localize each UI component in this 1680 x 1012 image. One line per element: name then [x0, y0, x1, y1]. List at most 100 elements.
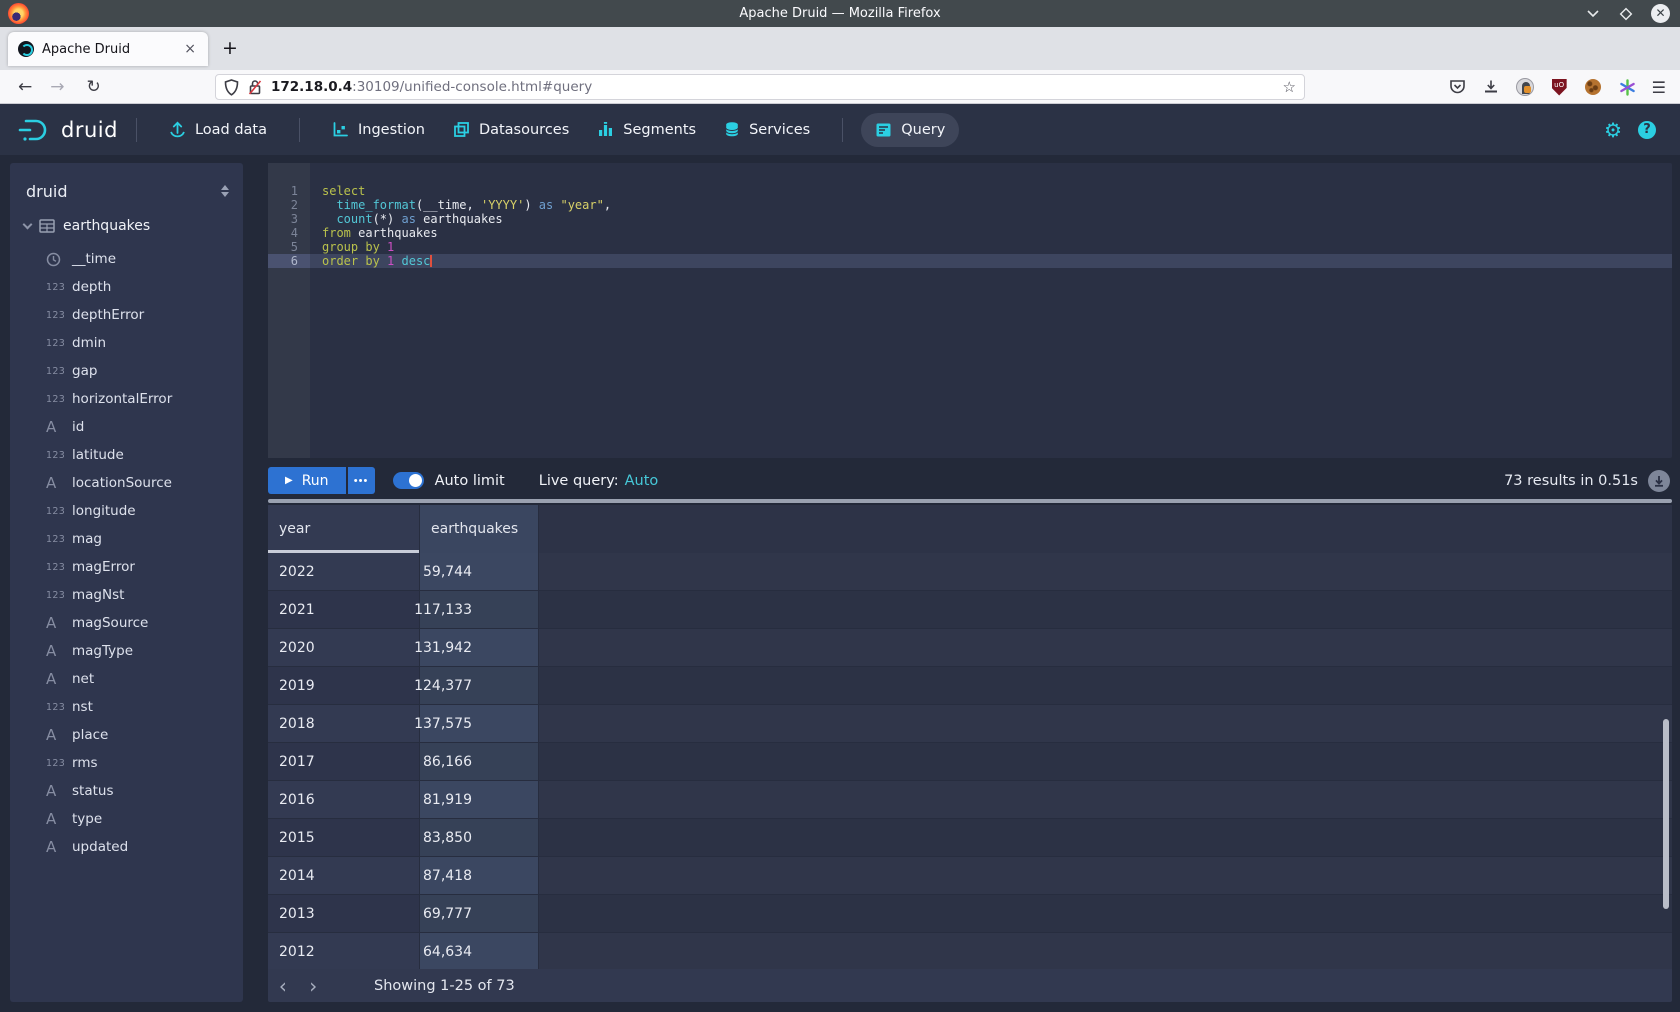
- datasource-earthquakes[interactable]: earthquakes: [10, 211, 243, 241]
- window-minimize-icon[interactable]: [1585, 6, 1601, 22]
- bookmark-star-icon[interactable]: ☆: [1283, 78, 1296, 96]
- tracking-shield-icon[interactable]: [224, 79, 239, 96]
- nav-item-query[interactable]: Query: [861, 113, 959, 147]
- sidebar-column-updated[interactable]: Aupdated: [10, 833, 243, 861]
- nav-item-load-data[interactable]: Load data: [155, 113, 281, 147]
- code-line-6[interactable]: order by 1 desc: [310, 254, 1672, 268]
- column-header-year[interactable]: year: [268, 505, 420, 553]
- nav-item-segments[interactable]: Segments: [583, 113, 710, 147]
- cell-earthquakes[interactable]: 83,850: [420, 819, 539, 857]
- cell-year[interactable]: 2022: [268, 553, 420, 591]
- cell-earthquakes[interactable]: 64,634: [420, 933, 539, 969]
- cell-earthquakes[interactable]: 137,575: [420, 705, 539, 743]
- column-header-earthquakes[interactable]: earthquakes: [420, 505, 539, 553]
- nav-item-ingestion[interactable]: Ingestion: [318, 113, 439, 147]
- druid-brand[interactable]: druid: [18, 117, 118, 143]
- prev-page-icon[interactable]: ‹: [268, 971, 298, 1001]
- editor-results-splitter[interactable]: [268, 499, 1672, 503]
- cell-year[interactable]: 2013: [268, 895, 420, 933]
- window-close-icon[interactable]: ✕: [1651, 4, 1670, 23]
- cell-year[interactable]: 2020: [268, 629, 420, 667]
- extension-pinwheel-icon[interactable]: [1618, 78, 1637, 97]
- sidebar-column-magNst[interactable]: 123magNst: [10, 581, 243, 609]
- settings-gear-icon[interactable]: ⚙: [1604, 120, 1622, 140]
- sidebar-column-magType[interactable]: AmagType: [10, 637, 243, 665]
- url-text[interactable]: 172.18.0.4:30109/unified-console.html#qu…: [271, 79, 1277, 95]
- reload-icon[interactable]: ↻: [87, 77, 101, 97]
- cell-earthquakes[interactable]: 124,377: [420, 667, 539, 705]
- insecure-lock-icon[interactable]: [248, 79, 262, 96]
- editor-code[interactable]: select time_format(__time, 'YYYY') as "y…: [310, 163, 1672, 458]
- vertical-scrollbar[interactable]: [1663, 719, 1669, 909]
- forward-icon[interactable]: →: [50, 77, 64, 97]
- auto-limit-toggle[interactable]: [393, 472, 424, 489]
- sidebar-column-longitude[interactable]: 123longitude: [10, 497, 243, 525]
- sidebar-column-rms[interactable]: 123rms: [10, 749, 243, 777]
- datasources-icon: [453, 121, 470, 138]
- code-line-3[interactable]: count(*) as earthquakes: [310, 212, 1672, 226]
- sidebar-column-type[interactable]: Atype: [10, 805, 243, 833]
- cell-earthquakes[interactable]: 69,777: [420, 895, 539, 933]
- account-profile-icon[interactable]: [1516, 78, 1535, 97]
- sidebar-column-id[interactable]: Aid: [10, 413, 243, 441]
- cell-year[interactable]: 2012: [268, 933, 420, 969]
- sidebar-column-net[interactable]: Anet: [10, 665, 243, 693]
- new-tab-button[interactable]: +: [222, 39, 238, 58]
- run-more-button[interactable]: •••: [348, 467, 375, 494]
- window-maximize-icon[interactable]: [1618, 6, 1634, 22]
- nav-item-services[interactable]: Services: [710, 113, 824, 147]
- cell-earthquakes[interactable]: 87,418: [420, 857, 539, 895]
- pocket-icon[interactable]: [1448, 78, 1467, 97]
- cell-year[interactable]: 2017: [268, 743, 420, 781]
- live-query-value[interactable]: Auto: [625, 473, 659, 489]
- sidebar-column-nst[interactable]: 123nst: [10, 693, 243, 721]
- sidebar-column-depth[interactable]: 123depth: [10, 273, 243, 301]
- sidebar-column-mag[interactable]: 123mag: [10, 525, 243, 553]
- downloads-icon[interactable]: [1482, 78, 1501, 97]
- run-button[interactable]: ▶ Run: [268, 467, 346, 494]
- sort-toggle-icon[interactable]: [221, 185, 229, 197]
- datasource-name: earthquakes: [63, 218, 150, 234]
- chevron-down-icon[interactable]: [23, 219, 33, 229]
- sidebar-column-gap[interactable]: 123gap: [10, 357, 243, 385]
- cell-year[interactable]: 2018: [268, 705, 420, 743]
- menu-hamburger-icon[interactable]: ☰: [1652, 78, 1666, 97]
- sidebar-column-place[interactable]: Aplace: [10, 721, 243, 749]
- nav-item-datasources[interactable]: Datasources: [439, 113, 583, 147]
- column-name: depthError: [72, 307, 144, 323]
- cell-earthquakes[interactable]: 117,133: [420, 591, 539, 629]
- cell-year[interactable]: 2019: [268, 667, 420, 705]
- cell-year[interactable]: 2015: [268, 819, 420, 857]
- cell-earthquakes[interactable]: 81,919: [420, 781, 539, 819]
- sidebar-column-magSource[interactable]: AmagSource: [10, 609, 243, 637]
- back-icon[interactable]: ←: [18, 77, 32, 97]
- next-page-icon[interactable]: ›: [298, 971, 328, 1001]
- sql-editor[interactable]: 123456 select time_format(__time, 'YYYY'…: [268, 163, 1672, 458]
- cell-earthquakes[interactable]: 86,166: [420, 743, 539, 781]
- cell-earthquakes[interactable]: 131,942: [420, 629, 539, 667]
- cell-year[interactable]: 2014: [268, 857, 420, 895]
- code-line-2[interactable]: time_format(__time, 'YYYY') as "year",: [310, 198, 1672, 212]
- segments-bars-icon: [597, 121, 614, 138]
- tab-close-icon[interactable]: ×: [182, 41, 198, 57]
- code-line-1[interactable]: select: [310, 184, 1672, 198]
- download-results-icon[interactable]: [1648, 470, 1670, 492]
- sidebar-column-horizontalError[interactable]: 123horizontalError: [10, 385, 243, 413]
- browser-tab[interactable]: Apache Druid ×: [8, 32, 208, 66]
- sidebar-column-__time[interactable]: __time: [10, 245, 243, 273]
- cookie-extension-icon[interactable]: [1584, 78, 1603, 97]
- ublock-origin-icon[interactable]: uO: [1550, 78, 1569, 97]
- sidebar-column-dmin[interactable]: 123dmin: [10, 329, 243, 357]
- code-line-5[interactable]: group by 1: [310, 240, 1672, 254]
- sidebar-column-status[interactable]: Astatus: [10, 777, 243, 805]
- sidebar-column-magError[interactable]: 123magError: [10, 553, 243, 581]
- url-bar[interactable]: 172.18.0.4:30109/unified-console.html#qu…: [215, 74, 1305, 100]
- sidebar-column-depthError[interactable]: 123depthError: [10, 301, 243, 329]
- sidebar-column-latitude[interactable]: 123latitude: [10, 441, 243, 469]
- sidebar-column-locationSource[interactable]: AlocationSource: [10, 469, 243, 497]
- code-line-4[interactable]: from earthquakes: [310, 226, 1672, 240]
- cell-year[interactable]: 2016: [268, 781, 420, 819]
- cell-year[interactable]: 2021: [268, 591, 420, 629]
- cell-earthquakes[interactable]: 59,744: [420, 553, 539, 591]
- help-icon[interactable]: ?: [1638, 121, 1656, 139]
